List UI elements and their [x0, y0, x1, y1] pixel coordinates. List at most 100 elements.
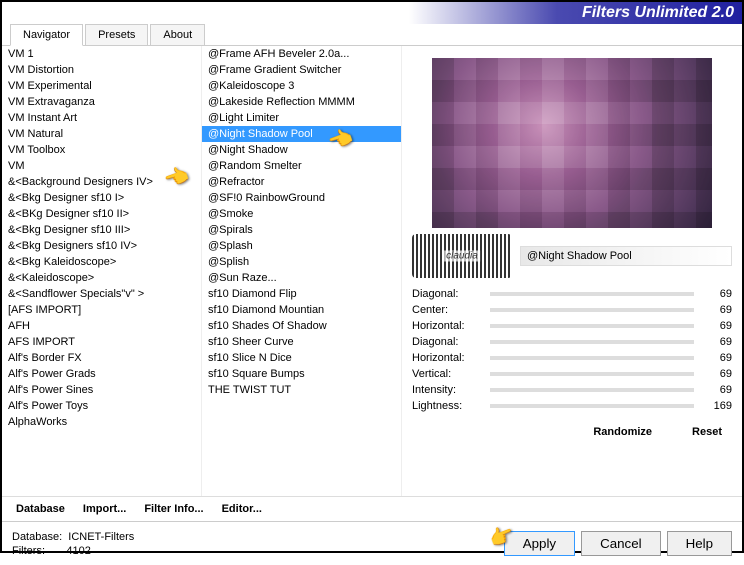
filter-item[interactable]: sf10 Square Bumps — [202, 366, 401, 382]
param-label: Vertical: — [412, 368, 482, 380]
filter-item[interactable]: @Refractor — [202, 174, 401, 190]
randomize-button[interactable]: Randomize — [593, 426, 652, 438]
category-item[interactable]: &<Bkg Kaleidoscope> — [2, 254, 201, 270]
param-row: Horizontal:69 — [412, 318, 732, 334]
param-action-row: Randomize Reset — [412, 426, 732, 438]
filter-item[interactable]: @Kaleidoscope 3 — [202, 78, 401, 94]
category-item[interactable]: Alf's Power Sines — [2, 382, 201, 398]
param-value: 169 — [702, 400, 732, 412]
reset-button[interactable]: Reset — [692, 426, 722, 438]
category-item[interactable]: AFH — [2, 318, 201, 334]
param-slider[interactable] — [490, 372, 694, 376]
app-title: Filters Unlimited 2.0 — [582, 4, 734, 22]
tab-bar: Navigator Presets About — [2, 24, 742, 46]
editor-button[interactable]: Editor... — [222, 503, 262, 515]
database-button[interactable]: Database — [16, 503, 65, 515]
param-row: Lightness: 169 — [412, 398, 732, 414]
param-row: Intensity: 69 — [412, 382, 732, 398]
toolbar-row: Database Import... Filter Info... Editor… — [2, 496, 742, 521]
filters-label: Filters: — [12, 545, 45, 557]
category-item[interactable]: VM Experimental — [2, 78, 201, 94]
filter-list[interactable]: @Frame AFH Beveler 2.0a...@Frame Gradien… — [202, 46, 402, 496]
filter-item[interactable]: @Frame Gradient Switcher — [202, 62, 401, 78]
filter-item[interactable]: @Light Limiter — [202, 110, 401, 126]
filter-item[interactable]: sf10 Shades Of Shadow — [202, 318, 401, 334]
param-slider[interactable] — [490, 292, 694, 296]
param-label: Intensity: — [412, 384, 482, 396]
selected-filter-name: @Night Shadow Pool — [520, 246, 732, 266]
param-slider[interactable] — [490, 388, 694, 392]
apply-button[interactable]: Apply — [504, 531, 575, 556]
filter-item[interactable]: @SF!0 RainbowGround — [202, 190, 401, 206]
param-slider[interactable] — [490, 308, 694, 312]
tab-presets[interactable]: Presets — [85, 24, 148, 45]
filter-item[interactable]: @Lakeside Reflection MMMM — [202, 94, 401, 110]
category-item[interactable]: [AFS IMPORT] — [2, 302, 201, 318]
category-item[interactable]: Alf's Border FX — [2, 350, 201, 366]
category-item[interactable]: VM 1 — [2, 46, 201, 62]
category-item[interactable]: &<Bkg Designer sf10 I> — [2, 190, 201, 206]
category-item[interactable]: VM Instant Art — [2, 110, 201, 126]
filter-item[interactable]: @Splash — [202, 238, 401, 254]
filter-item[interactable]: @Smoke — [202, 206, 401, 222]
category-item[interactable]: VM Toolbox — [2, 142, 201, 158]
filter-item[interactable]: sf10 Sheer Curve — [202, 334, 401, 350]
param-value: 69 — [702, 304, 732, 316]
param-slider[interactable] — [490, 340, 694, 344]
param-slider[interactable] — [490, 356, 694, 360]
filter-info-button[interactable]: Filter Info... — [144, 503, 203, 515]
watermark-logo — [412, 234, 512, 278]
filter-item[interactable]: @Splish — [202, 254, 401, 270]
param-value: 69 — [702, 384, 732, 396]
tab-navigator[interactable]: Navigator — [10, 24, 83, 46]
param-value: 69 — [702, 352, 732, 364]
category-item[interactable]: AlphaWorks — [2, 414, 201, 430]
param-label: Center: — [412, 304, 482, 316]
filter-item[interactable]: @Sun Raze... — [202, 270, 401, 286]
preview-image — [432, 58, 712, 228]
footer-buttons: Apply Cancel Help — [504, 531, 732, 556]
filter-item[interactable]: @Random Smelter — [202, 158, 401, 174]
category-item[interactable]: Alf's Power Toys — [2, 398, 201, 414]
param-row: Diagonal:69 — [412, 286, 732, 302]
param-label: Diagonal: — [412, 336, 482, 348]
filter-item[interactable]: sf10 Diamond Flip — [202, 286, 401, 302]
filter-item[interactable]: sf10 Slice N Dice — [202, 350, 401, 366]
category-item[interactable]: &<Bkg Designer sf10 III> — [2, 222, 201, 238]
category-item[interactable]: VM — [2, 158, 201, 174]
param-row: Center: 69 — [412, 302, 732, 318]
preview-panel: @Night Shadow Pool Diagonal:69Center:69H… — [402, 46, 742, 496]
title-bar: Filters Unlimited 2.0 — [2, 2, 742, 24]
category-item[interactable]: VM Natural — [2, 126, 201, 142]
category-list[interactable]: VM 1VM DistortionVM ExperimentalVM Extra… — [2, 46, 202, 496]
cancel-button[interactable]: Cancel — [581, 531, 661, 556]
database-value: ICNET-Filters — [68, 531, 134, 543]
tab-about[interactable]: About — [150, 24, 205, 45]
parameter-list: Diagonal:69Center:69Horizontal:69Diagona… — [412, 286, 732, 414]
help-button[interactable]: Help — [667, 531, 732, 556]
main-panel: VM 1VM DistortionVM ExperimentalVM Extra… — [2, 46, 742, 496]
category-item[interactable]: VM Distortion — [2, 62, 201, 78]
filter-item[interactable]: @Spirals — [202, 222, 401, 238]
category-item[interactable]: AFS IMPORT — [2, 334, 201, 350]
filter-item[interactable]: sf10 Diamond Mountian — [202, 302, 401, 318]
param-label: Horizontal: — [412, 352, 482, 364]
param-slider[interactable] — [490, 324, 694, 328]
category-item[interactable]: &<Kaleidoscope> — [2, 270, 201, 286]
database-label: Database: — [12, 531, 62, 543]
param-label: Lightness: — [412, 400, 482, 412]
footer-info: Database: ICNET-Filters Filters: 4102 — [12, 530, 504, 558]
category-item[interactable]: &<BKg Designer sf10 II> — [2, 206, 201, 222]
filter-item[interactable]: THE TWIST TUT — [202, 382, 401, 398]
category-item[interactable]: VM Extravaganza — [2, 94, 201, 110]
filter-item[interactable]: @Night Shadow Pool — [202, 126, 401, 142]
filter-item[interactable]: @Night Shadow — [202, 142, 401, 158]
category-item[interactable]: &<Bkg Designers sf10 IV> — [2, 238, 201, 254]
import-button[interactable]: Import... — [83, 503, 126, 515]
filter-title-row: @Night Shadow Pool — [412, 234, 732, 278]
category-item[interactable]: Alf's Power Grads — [2, 366, 201, 382]
param-slider[interactable] — [490, 404, 694, 408]
category-item[interactable]: &<Sandflower Specials"v" > — [2, 286, 201, 302]
category-item[interactable]: &<Background Designers IV> — [2, 174, 201, 190]
filter-item[interactable]: @Frame AFH Beveler 2.0a... — [202, 46, 401, 62]
